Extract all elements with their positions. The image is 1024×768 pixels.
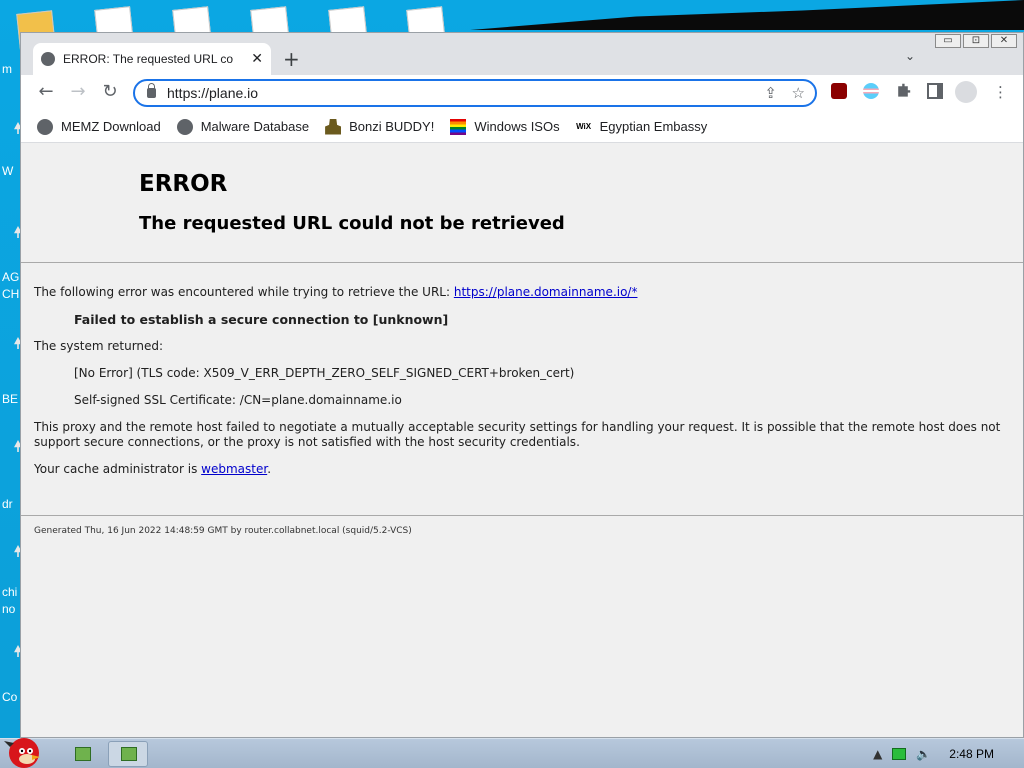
- generated-footer: Generated Thu, 16 Jun 2022 14:48:59 GMT …: [34, 526, 412, 536]
- failure-message: Failed to establish a secure connection …: [74, 312, 449, 327]
- desktop-label: BE: [2, 392, 19, 406]
- network-icon[interactable]: [892, 748, 907, 760]
- intro-paragraph: The following error was encountered whil…: [34, 285, 1014, 300]
- desktop-label: Co: [2, 690, 18, 704]
- minimize-button[interactable]: ▭: [935, 34, 961, 48]
- profile-icon[interactable]: [955, 81, 977, 103]
- share-icon[interactable]: ⇪: [764, 84, 777, 102]
- back-button[interactable]: ←: [35, 81, 57, 102]
- show-hidden-icons-icon[interactable]: ▲: [873, 747, 882, 761]
- angry-bird-icon: [4, 738, 40, 768]
- globe-icon: [37, 118, 53, 135]
- tls-error-code: [No Error] (TLS code: X509_V_ERR_DEPTH_Z…: [74, 366, 575, 380]
- address-bar[interactable]: https://plane.io ⇪ ☆: [133, 79, 817, 107]
- bonzi-icon: [325, 118, 342, 135]
- admin-suffix: .: [267, 462, 272, 476]
- webmaster-link[interactable]: webmaster: [201, 462, 267, 476]
- divider: [21, 515, 1023, 516]
- close-window-button[interactable]: ✕: [991, 34, 1017, 48]
- bookmark-bonzi[interactable]: Bonzi BUDDY!: [325, 118, 435, 135]
- desktop-wallpaper-shape: [470, 0, 1024, 30]
- bookmark-windows-isos[interactable]: Windows ISOs: [450, 118, 560, 135]
- desktop-label: W: [2, 164, 14, 178]
- divider: [21, 262, 1023, 263]
- bookmark-malware-database[interactable]: Malware Database: [176, 118, 310, 135]
- page-subtitle: The requested URL could not be retrieved: [139, 213, 565, 234]
- clock[interactable]: 2:48 PM: [949, 747, 994, 761]
- puzzle-icon[interactable]: [898, 83, 911, 97]
- bookmark-label: Windows ISOs: [474, 119, 560, 134]
- globe-icon: [176, 118, 193, 135]
- page-content: ERROR The requested URL could not be ret…: [21, 143, 1023, 737]
- bookmarks-bar: MEMZ Download Malware Database Bonzi BUD…: [21, 111, 1023, 143]
- intro-text: The following error was encountered whil…: [34, 285, 454, 299]
- start-button[interactable]: [2, 733, 46, 768]
- window-controls: ▭ ⊡ ✕: [935, 34, 1017, 48]
- taskbar-browser-button[interactable]: [108, 741, 148, 767]
- toolbar: ← → ↻ https://plane.io ⇪ ☆ ⋮: [21, 75, 1023, 111]
- bookmark-label: MEMZ Download: [61, 119, 161, 134]
- desktop-label: AG: [2, 270, 20, 284]
- requested-url-link[interactable]: https://plane.domainname.io/*: [454, 285, 638, 299]
- star-icon[interactable]: ☆: [792, 84, 805, 102]
- tab-active[interactable]: ERROR: The requested URL co ✕: [33, 43, 271, 75]
- volume-icon[interactable]: 🔈: [916, 747, 931, 761]
- desktop-label: CH: [2, 287, 20, 301]
- admin-text: Your cache administrator is: [34, 462, 202, 476]
- system-tray: ▲ 🔈 2:48 PM: [873, 739, 1024, 768]
- tab-title: ERROR: The requested URL co: [63, 52, 234, 66]
- bookmark-label: Egyptian Embassy: [599, 119, 708, 134]
- bookmark-egyptian-embassy[interactable]: WiX Egyptian Embassy: [576, 119, 708, 135]
- desktop-label: dr: [2, 497, 13, 511]
- browser-app-icon: [121, 747, 137, 761]
- explanation-paragraph: This proxy and the remote host failed to…: [34, 420, 1001, 449]
- new-tab-button[interactable]: +: [283, 47, 300, 71]
- bookmark-memz[interactable]: MEMZ Download: [37, 118, 161, 135]
- globe-icon: [41, 52, 55, 66]
- desktop-label: no: [2, 602, 16, 616]
- tab-strip: ERROR: The requested URL co ✕ + ⌄ ▭ ⊡ ✕: [21, 33, 1023, 75]
- explorer-icon: [75, 747, 91, 761]
- sidepanel-icon[interactable]: [927, 83, 943, 99]
- admin-paragraph: Your cache administrator is webmaster.: [34, 462, 1014, 477]
- lock-icon[interactable]: [147, 83, 156, 98]
- bookmark-label: Bonzi BUDDY!: [349, 119, 435, 134]
- url-text[interactable]: https://plane.io: [167, 85, 258, 101]
- page-title: ERROR: [139, 171, 228, 197]
- bookmark-label: Malware Database: [200, 119, 310, 134]
- system-returned-label: The system returned:: [34, 339, 164, 353]
- trans-flag-icon[interactable]: [863, 83, 879, 99]
- forward-button[interactable]: →: [67, 81, 89, 102]
- browser-window: ERROR: The requested URL co ✕ + ⌄ ▭ ⊡ ✕ …: [20, 32, 1024, 738]
- wix-icon: WiX: [576, 121, 592, 131]
- certificate-info: Self-signed SSL Certificate: /CN=plane.d…: [74, 393, 402, 407]
- desktop-label: chi: [2, 585, 18, 599]
- error-header: ERROR The requested URL could not be ret…: [139, 171, 565, 234]
- desktop-label: m: [2, 62, 12, 76]
- rainbow-flag-icon: [450, 118, 467, 135]
- menu-icon[interactable]: ⋮: [993, 83, 1008, 101]
- ublock-icon[interactable]: [831, 83, 847, 99]
- error-body: The following error was encountered whil…: [34, 285, 1014, 489]
- maximize-button[interactable]: ⊡: [963, 34, 989, 48]
- taskbar: ▲ 🔈 2:48 PM: [0, 738, 1024, 768]
- tab-search-icon[interactable]: ⌄: [905, 49, 915, 63]
- taskbar-explorer-button[interactable]: [62, 741, 102, 767]
- reload-button[interactable]: ↻: [99, 81, 121, 102]
- close-icon[interactable]: ✕: [251, 51, 263, 67]
